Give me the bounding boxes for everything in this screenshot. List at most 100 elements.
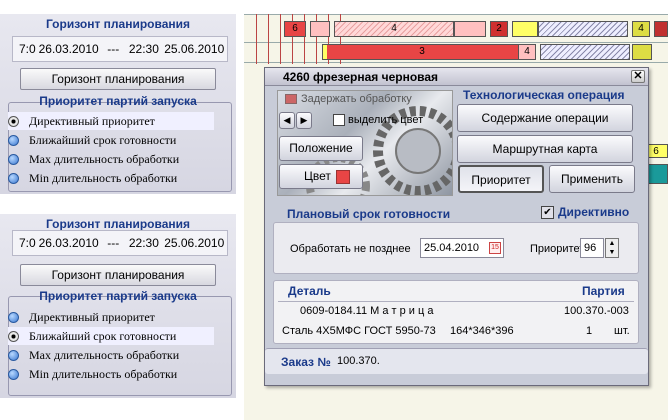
close-icon[interactable]: ✕ <box>631 70 645 83</box>
radio-icon <box>8 153 19 165</box>
radio-label: Директивный приоритет <box>29 309 155 324</box>
directive-label: Директивно <box>558 205 630 219</box>
to-date: 25.06.2010 <box>164 42 225 56</box>
radio-nearest-deadline[interactable]: Ближайший срок готовности <box>8 131 176 149</box>
horizon-button[interactable]: Горизонт планирования <box>20 68 216 90</box>
radio-icon <box>8 368 19 380</box>
radio-min-duration[interactable]: Min длительность обработки <box>8 365 177 383</box>
range-separator: --- <box>107 42 120 56</box>
radio-min-duration[interactable]: Min длительность обработки <box>8 169 177 187</box>
radio-icon <box>8 311 19 323</box>
radio-selected-icon <box>8 330 19 342</box>
gantt-tick <box>280 14 281 64</box>
radio-icon <box>8 349 19 361</box>
horizon-range[interactable]: 7:0 26.03.2010 --- 22:30 25.06.2010 <box>12 230 228 256</box>
radio-label: Min длительность обработки <box>29 366 178 381</box>
operation-dialog: 4260 фрезерная черновая ✕ Задержать обра… <box>264 67 649 386</box>
hold-icon <box>285 94 297 104</box>
gantt-bar[interactable] <box>540 44 630 60</box>
radio-icon <box>8 172 19 184</box>
gantt-bar[interactable] <box>538 21 628 37</box>
divider <box>278 301 634 302</box>
horizon-panel-1: Горизонт планирования 7:0 26.03.2010 ---… <box>0 14 236 194</box>
color-label: Цвет <box>304 169 331 183</box>
unit: шт. <box>614 325 630 337</box>
priority-button[interactable]: Приоритет <box>458 165 544 193</box>
from-time: 7:0 <box>19 42 36 56</box>
quantity: 1 <box>586 325 593 337</box>
radio-directive[interactable]: Директивный приоритет <box>8 308 155 326</box>
batch-code: 100.370.-003 <box>564 305 629 317</box>
material: Сталь 4Х5МФС ГОСТ 5950-73 <box>282 325 436 337</box>
hold-label: Задержать обработку <box>301 93 412 105</box>
gantt-row-line <box>244 14 668 15</box>
gantt-bar[interactable] <box>454 21 486 37</box>
dialog-title-bar: 4260 фрезерная черновая ✕ <box>265 68 648 86</box>
planned-date-box: Обработать не позднее 25.04.2010 15 Прио… <box>273 222 639 274</box>
gantt-bar[interactable]: 3 <box>322 44 522 60</box>
priority-label: Приоритет <box>530 243 585 255</box>
radio-nearest-deadline[interactable]: Ближайший срок готовности <box>8 327 214 345</box>
radio-max-duration[interactable]: Max длительность обработки <box>8 150 179 168</box>
horizon-button[interactable]: Горизонт планирования <box>20 264 216 286</box>
radio-label: Ближайший срок готовности <box>29 132 177 147</box>
gantt-bar[interactable]: 4 <box>334 21 454 37</box>
directive-checkbox[interactable]: ✔ Директивно <box>541 205 629 219</box>
radio-max-duration[interactable]: Max длительность обработки <box>8 346 179 364</box>
from-time: 7:0 <box>19 236 36 250</box>
batch-header: Партия <box>582 284 625 298</box>
priority-field[interactable]: 96 <box>580 238 604 258</box>
priority-spinner[interactable]: ▲ ▼ <box>605 238 619 258</box>
gantt-bar[interactable]: 4 <box>632 21 650 37</box>
from-date: 26.03.2010 <box>38 236 99 250</box>
dimensions: 164*346*396 <box>450 325 514 337</box>
horizon-title: Горизонт планирования <box>45 17 191 31</box>
gantt-bar[interactable] <box>512 21 538 37</box>
detail-name: 0609-0184.11 М а т р и ц а <box>300 305 434 317</box>
highlight-label: выделить цвет <box>348 114 424 126</box>
apply-button[interactable]: Применить <box>549 165 635 193</box>
horizon-panel-2: Горизонт планирования 7:0 26.03.2010 ---… <box>0 214 236 398</box>
process-by-label: Обработать не позднее <box>290 243 411 255</box>
priority-title: Приоритет партий запуска <box>39 289 197 303</box>
gantt-bar[interactable]: 2 <box>490 21 508 37</box>
gantt-bar[interactable] <box>654 21 668 37</box>
to-date: 25.06.2010 <box>164 236 225 250</box>
gantt-row-line <box>244 42 668 43</box>
planned-date-title: Плановый срок готовности <box>287 207 451 221</box>
order-label: Заказ № <box>281 355 331 369</box>
checkbox-icon <box>333 114 345 126</box>
gantt-bar[interactable] <box>310 21 330 37</box>
gantt-row-line <box>244 62 668 63</box>
gantt-bar[interactable]: 4 <box>518 44 536 60</box>
checkmark-icon: ✔ <box>541 205 554 219</box>
radio-label: Директивный приоритет <box>29 113 155 128</box>
gantt-bar[interactable]: 6 <box>284 21 306 37</box>
op-content-button[interactable]: Содержание операции <box>457 104 633 132</box>
color-button[interactable]: Цвет <box>279 164 363 189</box>
process-by-date-field[interactable]: 25.04.2010 15 <box>420 238 504 258</box>
detail-header: Деталь <box>288 284 331 298</box>
horizon-range[interactable]: 7:0 26.03.2010 --- 22:30 25.06.2010 <box>12 36 228 62</box>
calendar-icon[interactable]: 15 <box>489 242 501 254</box>
radio-directive[interactable]: Директивный приоритет <box>8 112 214 130</box>
next-arrow-button[interactable]: ▶ <box>296 112 312 129</box>
gantt-bar[interactable] <box>632 44 652 60</box>
radio-label: Max длительность обработки <box>29 151 180 166</box>
hold-processing[interactable]: Задержать обработку <box>285 93 412 105</box>
highlight-color-checkbox[interactable]: выделить цвет <box>333 114 423 126</box>
order-bar: Заказ № 100.370. <box>265 348 648 374</box>
to-time: 22:30 <box>128 236 159 250</box>
priority-value: 96 <box>584 242 597 254</box>
radio-selected-icon <box>8 115 19 127</box>
position-button[interactable]: Положение <box>279 136 363 161</box>
dialog-title: 4260 фрезерная черновая <box>283 70 439 84</box>
prev-arrow-button[interactable]: ◀ <box>279 112 295 129</box>
gantt-tick <box>268 14 269 64</box>
to-time: 22:30 <box>128 42 159 56</box>
range-separator: --- <box>107 236 120 250</box>
order-value: 100.370. <box>337 355 380 367</box>
gantt-tick <box>256 14 257 64</box>
route-card-button[interactable]: Маршрутная карта <box>457 135 633 163</box>
color-swatch <box>336 170 350 184</box>
